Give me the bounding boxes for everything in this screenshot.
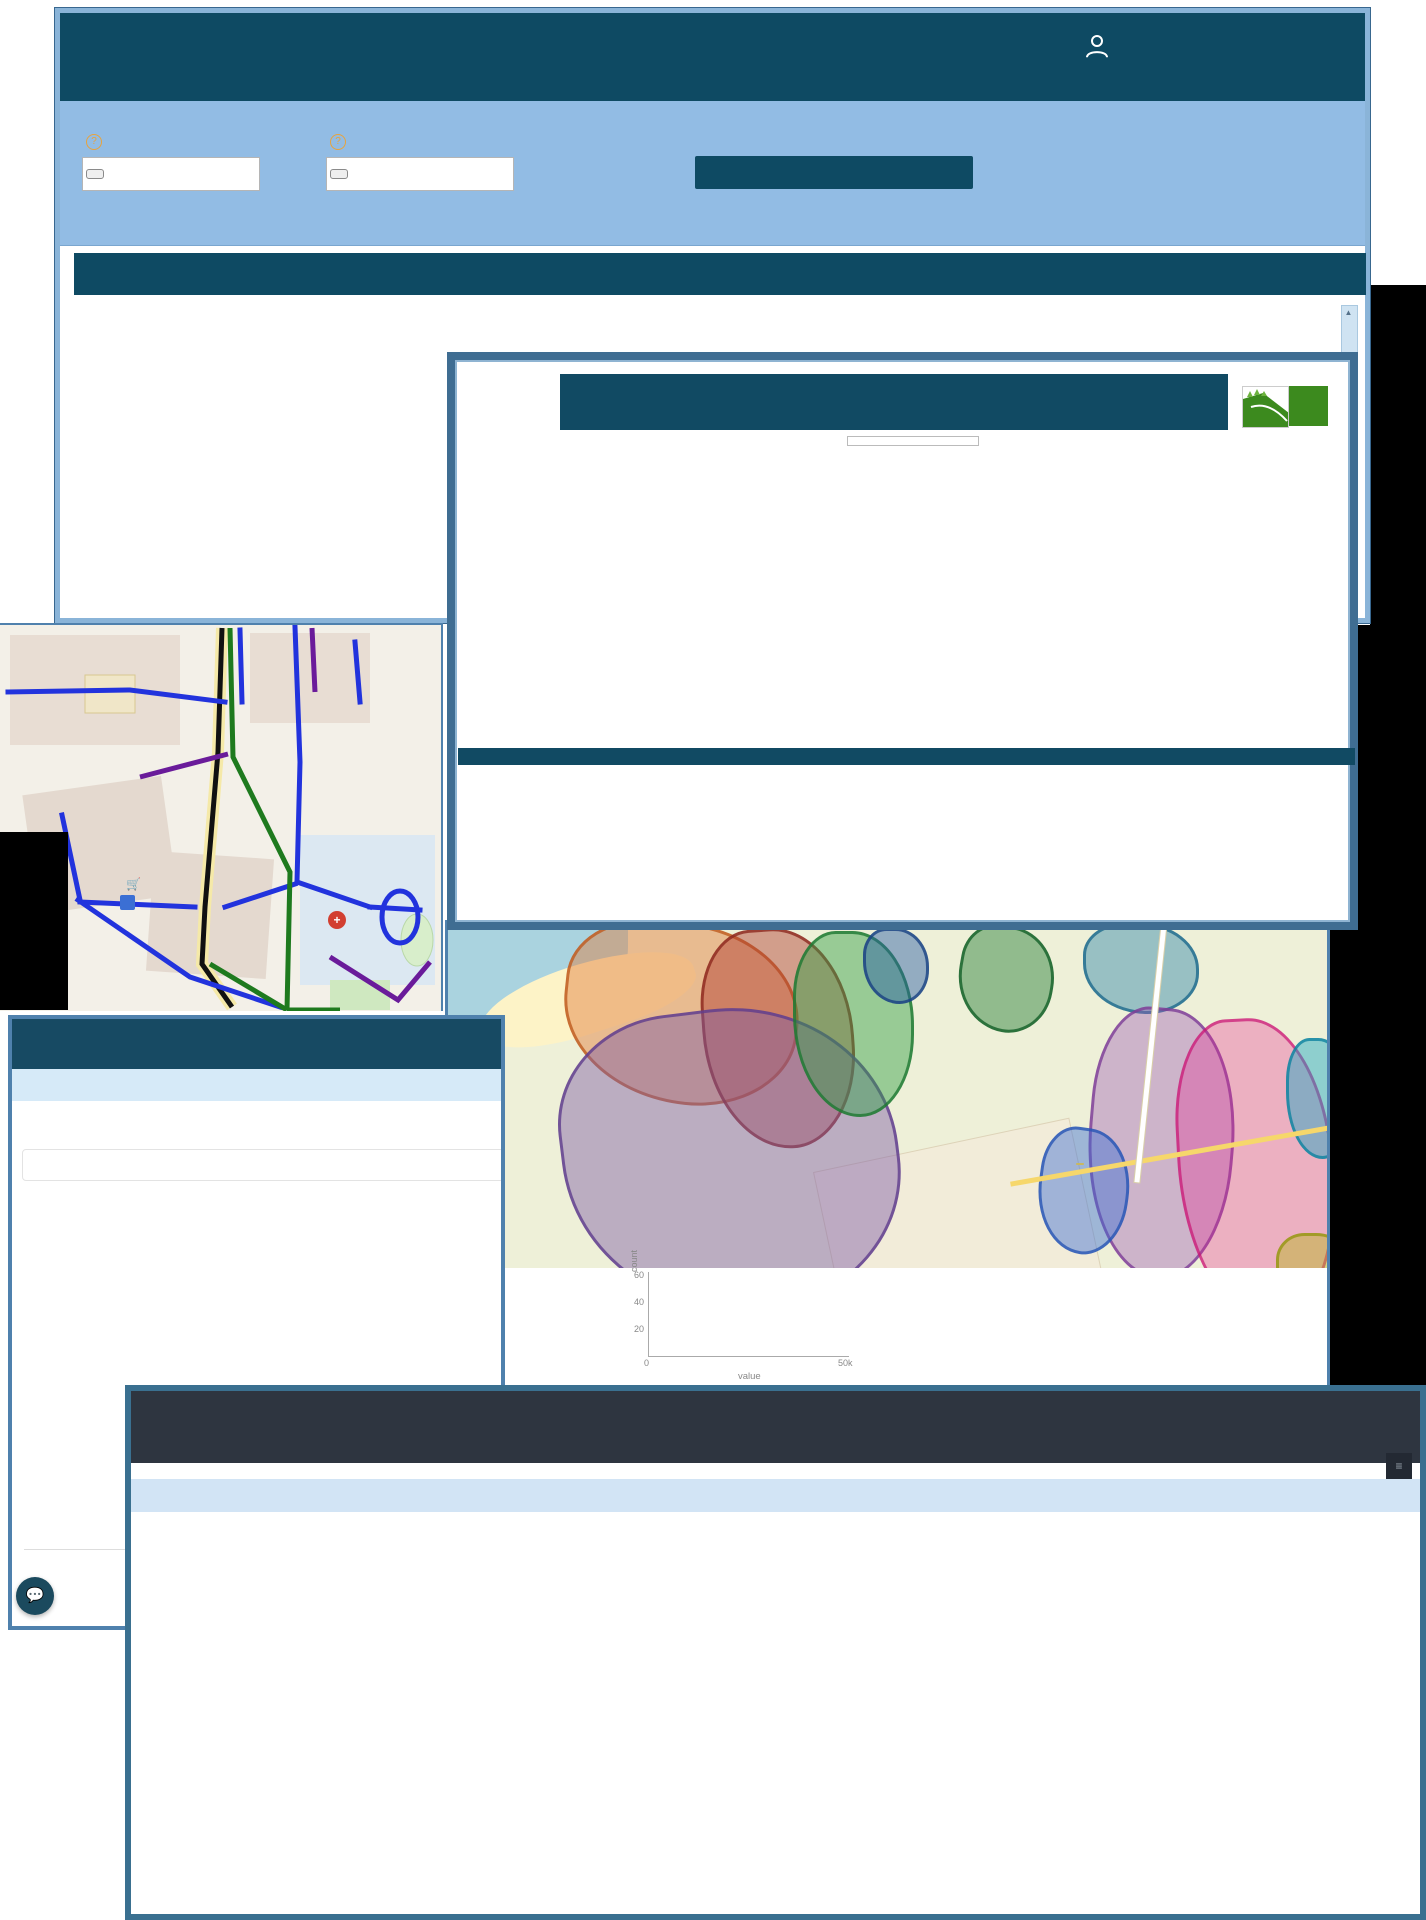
regions-map-window[interactable]: ✈ count 60 40 20 0 50k	[445, 920, 1330, 1388]
hospital-icon: +	[328, 911, 346, 929]
upload-section: ? ?	[60, 101, 1365, 246]
menu-icon[interactable]: ≡	[1386, 1453, 1412, 1479]
column-filter-chips	[22, 1149, 504, 1181]
hist-ytick-60: 60	[626, 1270, 644, 1280]
odr-file-input[interactable]	[82, 157, 260, 191]
energyville-logo-text	[1289, 386, 1328, 426]
kpi-mini-histogram	[1215, 656, 1333, 722]
street-map-canvas[interactable]	[0, 625, 443, 1011]
peak-value-histogram-panel: count 60 40 20 0 50k value	[448, 1268, 1327, 1388]
circuit-overview-title	[458, 748, 1355, 765]
help-icon[interactable]: ?	[330, 134, 346, 150]
hist-ytick-20: 20	[626, 1324, 644, 1334]
hist-xtick-50k: 50k	[838, 1358, 853, 1368]
road-shield-n39	[1076, 1163, 1084, 1165]
energyville-logo-art	[1242, 386, 1289, 428]
distribution-chart	[481, 1596, 1281, 1816]
region-polygon-teal[interactable]	[1083, 923, 1199, 1014]
dashboard-nav-bar: ≡	[131, 1391, 1420, 1463]
table-header-bar	[74, 253, 1366, 295]
street-map-window[interactable]: 🛒 +	[0, 623, 443, 1011]
avi-file-label: ?	[326, 133, 346, 150]
feeder-dashboard-window: ≡	[125, 1385, 1426, 1920]
scrollbar-up-arrow[interactable]: ▲	[1341, 305, 1356, 321]
hist-ytick-40: 40	[626, 1297, 644, 1307]
dashboard-selected-feeder-bar	[131, 1479, 1420, 1512]
app-header	[60, 13, 1365, 101]
report-header	[560, 374, 1228, 430]
aggregates-stat-headers	[24, 1549, 134, 1565]
avi-file-input[interactable]	[326, 157, 514, 191]
background-black-strip	[1350, 625, 1426, 925]
energyville-logo	[1242, 386, 1328, 426]
background-black-strip	[1370, 285, 1426, 625]
choose-files-button[interactable]	[86, 169, 104, 179]
measurement-report-window	[447, 352, 1358, 930]
parking-icon	[120, 895, 135, 910]
region-polygon-darkgreen[interactable]	[950, 920, 1063, 1040]
hist-ylabel: count	[629, 1250, 639, 1272]
feeder-selected-bar	[12, 1069, 501, 1101]
help-icon[interactable]: ?	[86, 134, 102, 150]
hist-xtick-0: 0	[644, 1358, 649, 1368]
vermogen-chart	[463, 423, 1008, 703]
shopping-cart-icon: 🛒	[126, 877, 141, 891]
peak-value-histogram	[648, 1272, 849, 1357]
choose-files-button[interactable]	[330, 169, 348, 179]
vermogen-chart-legend	[847, 436, 979, 446]
user-icon[interactable]	[1082, 31, 1112, 61]
background-black-strip	[1330, 925, 1426, 1390]
hist-xlabel: value	[738, 1371, 761, 1382]
chat-bubble-button[interactable]: 💬	[16, 1577, 54, 1615]
odr-file-label: ?	[82, 133, 102, 150]
upload-files-button[interactable]	[695, 156, 973, 189]
feeder-nav-bar	[12, 1019, 501, 1069]
screenshot-canvas: ? ? ▲	[0, 0, 1426, 1920]
